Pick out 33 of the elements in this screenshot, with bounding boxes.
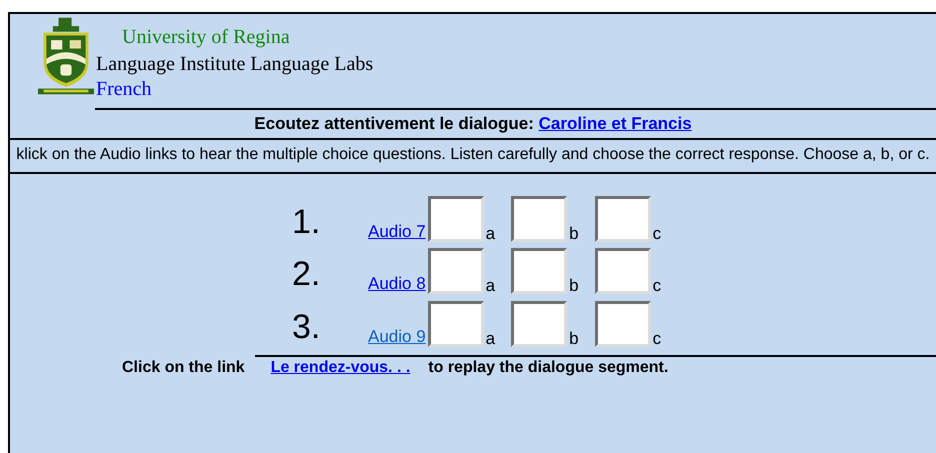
option-label: a: [486, 331, 496, 347]
answer-field[interactable]: [428, 301, 484, 347]
answer-field[interactable]: [511, 301, 568, 347]
audio-link[interactable]: Audio 7: [368, 222, 426, 242]
option-label: b: [569, 278, 579, 294]
option-label: c: [652, 331, 662, 347]
replay-link[interactable]: Le rendez-vous. . .: [270, 359, 410, 377]
answer-field[interactable]: [594, 301, 651, 347]
audio-link[interactable]: Audio 8: [368, 274, 426, 294]
answer-field[interactable]: [511, 196, 568, 242]
university-name: University of Regina: [122, 25, 291, 50]
option-label: b: [569, 331, 579, 347]
option-label: a: [486, 226, 496, 242]
option-label: c: [652, 226, 662, 242]
page-title: Ecoutez attentivement le dialogue:: [254, 114, 534, 133]
answer-field[interactable]: [594, 248, 651, 294]
option-label: a: [486, 278, 496, 294]
institute-name: Language Institute Language Labs: [96, 52, 374, 77]
audio-link[interactable]: Audio 9: [368, 327, 426, 347]
dialogue-link[interactable]: Caroline et Francis: [538, 114, 692, 133]
option-label: b: [569, 226, 579, 242]
question-number: 1.: [292, 202, 322, 242]
footer-text: to replay the dialogue segment.: [428, 359, 668, 377]
answer-field[interactable]: [511, 248, 568, 294]
question-number: 2.: [292, 254, 322, 294]
answer-field[interactable]: [428, 248, 484, 294]
answer-field[interactable]: [594, 196, 651, 242]
instructions-text: klick on the Audio links to hear the multiple choice questions. Listen carefully and choose the correct response. Choose a, b, or c.: [15, 145, 931, 165]
footer-text: Click on the link: [122, 359, 245, 377]
language-name: French: [96, 78, 153, 101]
option-label: c: [652, 278, 662, 294]
answer-field[interactable]: [428, 196, 484, 242]
question-number: 3.: [292, 307, 322, 347]
